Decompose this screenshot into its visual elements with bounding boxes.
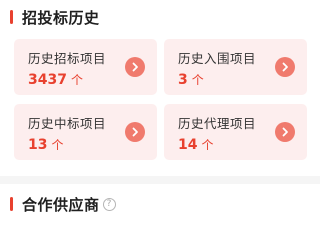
- chevron-right-icon[interactable]: [275, 122, 295, 142]
- chevron-right-icon[interactable]: [125, 57, 145, 77]
- card-value: 14: [178, 137, 198, 153]
- history-section-title: 招投标历史: [22, 8, 100, 27]
- card-label: 历史中标项目: [28, 116, 107, 131]
- card-value-row: 3 个: [178, 71, 204, 88]
- card-unit: 个: [191, 73, 204, 87]
- card-label: 历史代理项目: [178, 116, 257, 131]
- card-unit: 个: [51, 138, 64, 152]
- partners-section-title: 合作供应商: [22, 195, 100, 214]
- section-divider: [0, 176, 320, 184]
- card-value-row: 13 个: [28, 136, 64, 153]
- card-historical-won-projects[interactable]: 历史中标项目 13 个: [14, 104, 157, 160]
- card-label: 历史入围项目: [178, 51, 257, 66]
- history-stats-grid: 历史招标项目 3437 个 历史入围项目 3 个 历史中标项目 13 个 历史代…: [14, 39, 307, 160]
- card-historical-shortlisted-projects[interactable]: 历史入围项目 3 个: [164, 39, 307, 95]
- card-unit: 个: [70, 73, 83, 87]
- card-label: 历史招标项目: [28, 51, 107, 66]
- card-historical-agency-projects[interactable]: 历史代理项目 14 个: [164, 104, 307, 160]
- help-icon[interactable]: ?: [102, 197, 116, 211]
- card-value-row: 14 个: [178, 136, 214, 153]
- section-accent-bar: [10, 10, 13, 24]
- partners-section-header: 合作供应商 ?: [0, 194, 116, 214]
- chevron-right-icon[interactable]: [125, 122, 145, 142]
- card-unit: 个: [201, 138, 214, 152]
- chevron-right-icon[interactable]: [275, 57, 295, 77]
- card-value: 3: [178, 72, 188, 88]
- card-value: 13: [28, 137, 48, 153]
- card-value-row: 3437 个: [28, 71, 83, 88]
- history-section-header: 招投标历史: [0, 7, 100, 27]
- card-historical-bidding-projects[interactable]: 历史招标项目 3437 个: [14, 39, 157, 95]
- card-value: 3437: [28, 72, 67, 88]
- section-accent-bar: [10, 197, 13, 211]
